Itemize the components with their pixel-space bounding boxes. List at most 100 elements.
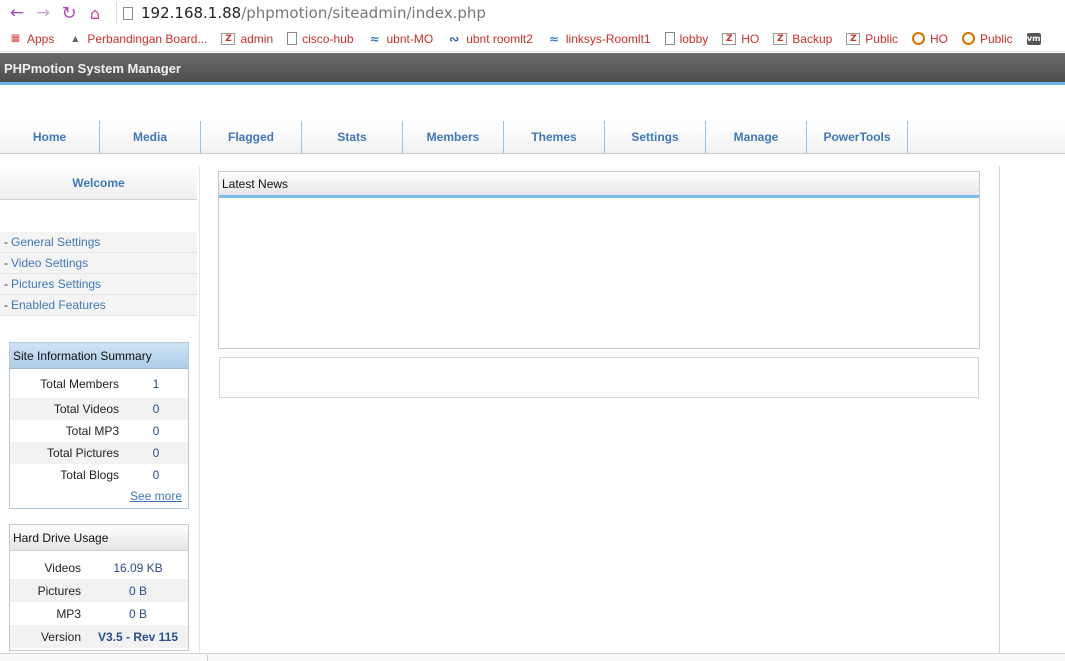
bookmark-label: Apps xyxy=(27,31,55,46)
see-more-link[interactable]: See more xyxy=(130,489,182,503)
zeroshell-icon: Z xyxy=(846,32,861,45)
bookmark-label: Backup xyxy=(792,31,833,46)
tab-manage[interactable]: Manage xyxy=(706,121,807,153)
bookmark-lobby[interactable]: lobby xyxy=(664,31,709,46)
stat-label: Total MP3 xyxy=(65,424,119,438)
bookmark-public[interactable]: Z Public xyxy=(846,32,898,46)
tab-stats[interactable]: Stats xyxy=(302,121,403,153)
link-bullet: - xyxy=(4,298,8,312)
back-arrow-icon[interactable]: ← xyxy=(4,1,30,25)
address-bar[interactable]: 192.168.1.88/phpmotion/siteadmin/index.p… xyxy=(116,2,486,24)
bookmark-perbandingan[interactable]: ▲ Perbandingan Board... xyxy=(68,32,207,46)
bookmark-label: ubnt roomlt2 xyxy=(466,31,533,46)
usage-label: Videos xyxy=(44,560,81,575)
stat-label: Total Videos xyxy=(53,402,119,416)
bookmark-label: lobby xyxy=(679,31,709,46)
stat-row: Total Pictures 0 xyxy=(10,442,188,464)
bottom-divider xyxy=(207,655,208,661)
stat-label: Total Members xyxy=(40,377,119,391)
stat-value: 0 xyxy=(152,468,160,482)
address-host: 192.168.1.88 xyxy=(141,4,242,22)
bookmark-cisco-hub[interactable]: cisco-hub xyxy=(287,31,354,46)
tab-members[interactable]: Members xyxy=(403,121,504,153)
apps-grid-icon: ▦ xyxy=(10,32,20,44)
stat-label: Total Blogs xyxy=(60,468,119,482)
bookmark-linksys-roomlt1[interactable]: ≈ linksys-Roomlt1 xyxy=(547,32,651,46)
forward-arrow-icon[interactable]: → xyxy=(30,1,56,25)
bookmark-label: HO xyxy=(929,31,948,46)
bookmark-apps[interactable]: ▦ Apps xyxy=(8,31,55,46)
zeroshell-icon: Z xyxy=(722,32,737,45)
tab-themes[interactable]: Themes xyxy=(504,121,605,153)
stat-row: Total MP3 0 xyxy=(10,420,188,442)
stat-value: 0 xyxy=(152,424,160,438)
reload-icon[interactable]: ↻ xyxy=(56,1,82,25)
page-icon xyxy=(287,32,298,45)
vmware-icon: vm xyxy=(1026,32,1041,45)
usage-row: MP3 0 B xyxy=(10,602,188,625)
settings-link-item: - Enabled Features xyxy=(0,295,197,316)
bookmark-ubnt-roomlt2[interactable]: ∾ ubnt roomlt2 xyxy=(447,32,533,46)
tab-flagged[interactable]: Flagged xyxy=(201,121,302,153)
usage-value: 16.09 KB xyxy=(113,560,163,575)
video-settings-link[interactable]: Video Settings xyxy=(11,256,88,270)
stat-row: Total Blogs 0 xyxy=(10,464,188,486)
usage-label: Version xyxy=(40,629,81,644)
bookmark-label: cisco-hub xyxy=(302,31,354,46)
bookmark-ho-2[interactable]: HO xyxy=(911,31,948,46)
tab-powertools[interactable]: PowerTools xyxy=(807,121,908,153)
version-value: V3.5 - Rev 115 xyxy=(97,629,179,644)
stat-value: 1 xyxy=(152,377,160,391)
pictures-settings-link[interactable]: Pictures Settings xyxy=(11,277,101,291)
panel-title: Site Information Summary xyxy=(10,343,188,369)
tab-settings[interactable]: Settings xyxy=(605,121,706,153)
bookmark-label: admin xyxy=(240,31,274,46)
bookmark-admin[interactable]: Z admin xyxy=(221,32,273,46)
tab-home[interactable]: Home xyxy=(0,121,100,153)
bookmark-ubnt-mo[interactable]: ≈ ubnt-MO xyxy=(368,31,434,46)
bookmark-public-2[interactable]: Public xyxy=(961,32,1013,46)
link-bullet: - xyxy=(4,235,8,249)
home-icon[interactable]: ⌂ xyxy=(82,1,108,25)
address-path: /phpmotion/siteadmin/index.php xyxy=(241,4,486,22)
page-icon xyxy=(123,6,133,20)
stat-row: Total Videos 0 xyxy=(10,398,188,420)
bookmark-ho[interactable]: Z HO xyxy=(722,32,759,46)
content-box xyxy=(219,357,979,398)
browser-toolbar: ← → ↻ ⌂ 192.168.1.88/phpmotion/siteadmin… xyxy=(0,0,1065,26)
latest-news-body xyxy=(219,198,979,348)
tab-media[interactable]: Media xyxy=(100,121,201,153)
hard-drive-usage-panel: Hard Drive Usage Videos 16.09 KB Picture… xyxy=(9,524,189,651)
latest-news-title: Latest News xyxy=(219,172,979,198)
stat-label: Total Pictures xyxy=(46,446,119,460)
bookmark-label: Public xyxy=(865,31,898,46)
settings-links: - General Settings - Video Settings - Pi… xyxy=(0,232,199,316)
settings-link-item: - Pictures Settings xyxy=(0,274,197,295)
enabled-features-link[interactable]: Enabled Features xyxy=(11,298,106,312)
bookmark-label: HO xyxy=(741,31,760,46)
feed-icon: ≈ xyxy=(369,31,380,46)
settings-link-item: - General Settings xyxy=(0,232,197,253)
panel-title: Hard Drive Usage xyxy=(10,525,188,551)
usage-label: Pictures xyxy=(37,583,81,598)
bookmarks-bar: ▦ Apps ▲ Perbandingan Board... Z admin c… xyxy=(0,26,1065,52)
bookmark-label: ubnt-MO xyxy=(386,31,434,46)
usage-row: Pictures 0 B xyxy=(10,579,188,602)
link-bullet: - xyxy=(4,277,8,291)
zeroshell-icon: Z xyxy=(773,32,788,45)
column-divider xyxy=(199,166,200,653)
general-settings-link[interactable]: General Settings xyxy=(11,235,100,249)
usage-value: 0 B xyxy=(128,606,147,621)
usage-value: 0 B xyxy=(128,583,147,598)
usage-label: MP3 xyxy=(56,606,81,621)
stat-row: Total Members 1 xyxy=(10,373,188,395)
bookmark-backup[interactable]: Z Backup xyxy=(773,32,832,46)
bookmark-vm[interactable]: vm xyxy=(1026,32,1046,45)
bookmark-label: Perbandingan Board... xyxy=(87,31,208,46)
app-header: PHPmotion System Manager xyxy=(0,53,1065,85)
settings-link-item: - Video Settings xyxy=(0,253,197,274)
bookmark-label: linksys-Roomlt1 xyxy=(565,31,651,46)
stat-value: 0 xyxy=(152,446,160,460)
latest-news-panel: Latest News xyxy=(218,171,980,349)
app-title: PHPmotion System Manager xyxy=(4,61,181,76)
